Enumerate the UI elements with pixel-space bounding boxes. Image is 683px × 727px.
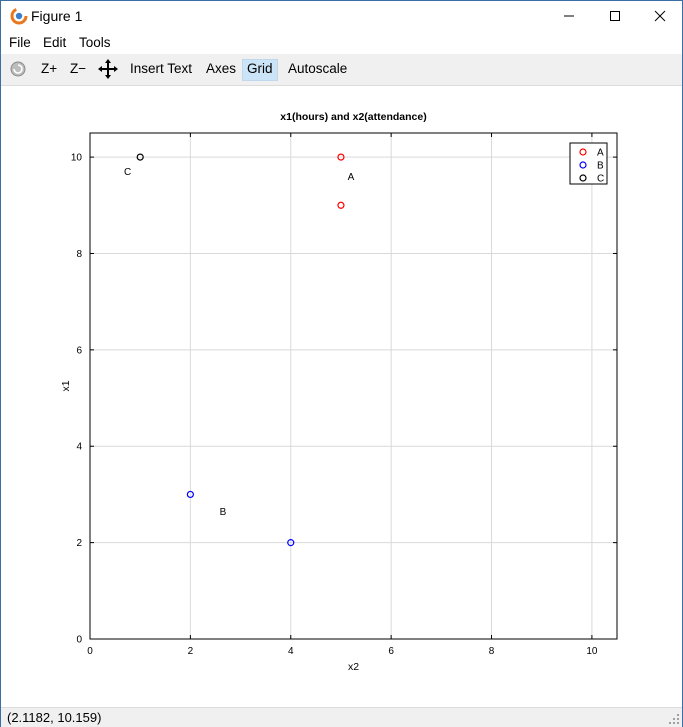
- axes-background[interactable]: [90, 133, 617, 639]
- y-tick-label: 4: [76, 442, 82, 453]
- minimize-icon: [564, 15, 574, 17]
- annotation-label-a: A: [348, 172, 355, 183]
- y-axis-label: x1: [60, 380, 72, 391]
- y-tick-label: 10: [71, 153, 83, 164]
- y-tick-label: 8: [76, 249, 82, 260]
- axes-button[interactable]: Axes: [202, 59, 240, 79]
- plot-svg[interactable]: 0 2 4 6 8 10 0 2 4 6 8 10 x1(hours) and x2(attendanc…: [1, 86, 682, 707]
- pan-move-icon: [98, 59, 118, 79]
- toolbar: Z+ Z− Insert Text Axes Grid Autoscale: [1, 54, 682, 86]
- annotation-label-c: C: [124, 167, 131, 178]
- menu-tools[interactable]: Tools: [79, 35, 111, 50]
- minimize-button[interactable]: [546, 1, 592, 31]
- pan-button[interactable]: [95, 59, 121, 79]
- cursor-coordinates: (2.1182, 10.159): [7, 710, 102, 725]
- legend-entry-c: C: [597, 174, 604, 185]
- menu-edit[interactable]: Edit: [43, 35, 66, 50]
- close-icon: [654, 10, 666, 22]
- zoom-in-button[interactable]: Z+: [37, 59, 61, 79]
- rotate-button[interactable]: [6, 59, 30, 79]
- y-tick-label: 0: [76, 635, 82, 646]
- y-tick-label: 2: [76, 538, 82, 549]
- maximize-button[interactable]: [592, 1, 638, 31]
- close-button[interactable]: [637, 1, 683, 31]
- figure-window: Figure 1 File Edit Tools Z+ Z− Insert Te…: [0, 0, 683, 727]
- x-tick-label: 2: [188, 646, 194, 657]
- y-tick-label: 6: [76, 345, 82, 356]
- annotation-label-b: B: [220, 507, 227, 518]
- x-tick-label: 6: [388, 646, 394, 657]
- x-tick-label: 4: [288, 646, 294, 657]
- zoom-out-button[interactable]: Z−: [66, 59, 90, 79]
- menu-file[interactable]: File: [9, 35, 31, 50]
- figure-canvas[interactable]: 0 2 4 6 8 10 0 2 4 6 8 10 x1(hours) and x2(attendanc…: [1, 86, 682, 707]
- window-title: Figure 1: [31, 8, 83, 24]
- legend-entry-b: B: [597, 161, 604, 172]
- octave-app-icon: [10, 7, 28, 25]
- insert-text-button[interactable]: Insert Text: [126, 59, 196, 79]
- rotate-icon: [10, 61, 26, 77]
- status-bar: (2.1182, 10.159): [1, 707, 682, 727]
- x-tick-label: 0: [87, 646, 93, 657]
- autoscale-button[interactable]: Autoscale: [284, 59, 351, 79]
- title-bar[interactable]: Figure 1: [1, 1, 682, 31]
- chart-title: x1(hours) and x2(attendance): [280, 111, 426, 123]
- legend-entry-a: A: [597, 148, 604, 159]
- menu-bar: File Edit Tools: [1, 32, 682, 54]
- x-tick-label: 10: [586, 646, 598, 657]
- resize-grip-icon[interactable]: [668, 713, 680, 725]
- x-tick-label: 8: [489, 646, 495, 657]
- x-axis-label: x2: [348, 661, 359, 673]
- maximize-icon: [610, 11, 620, 21]
- grid-button[interactable]: Grid: [242, 59, 278, 81]
